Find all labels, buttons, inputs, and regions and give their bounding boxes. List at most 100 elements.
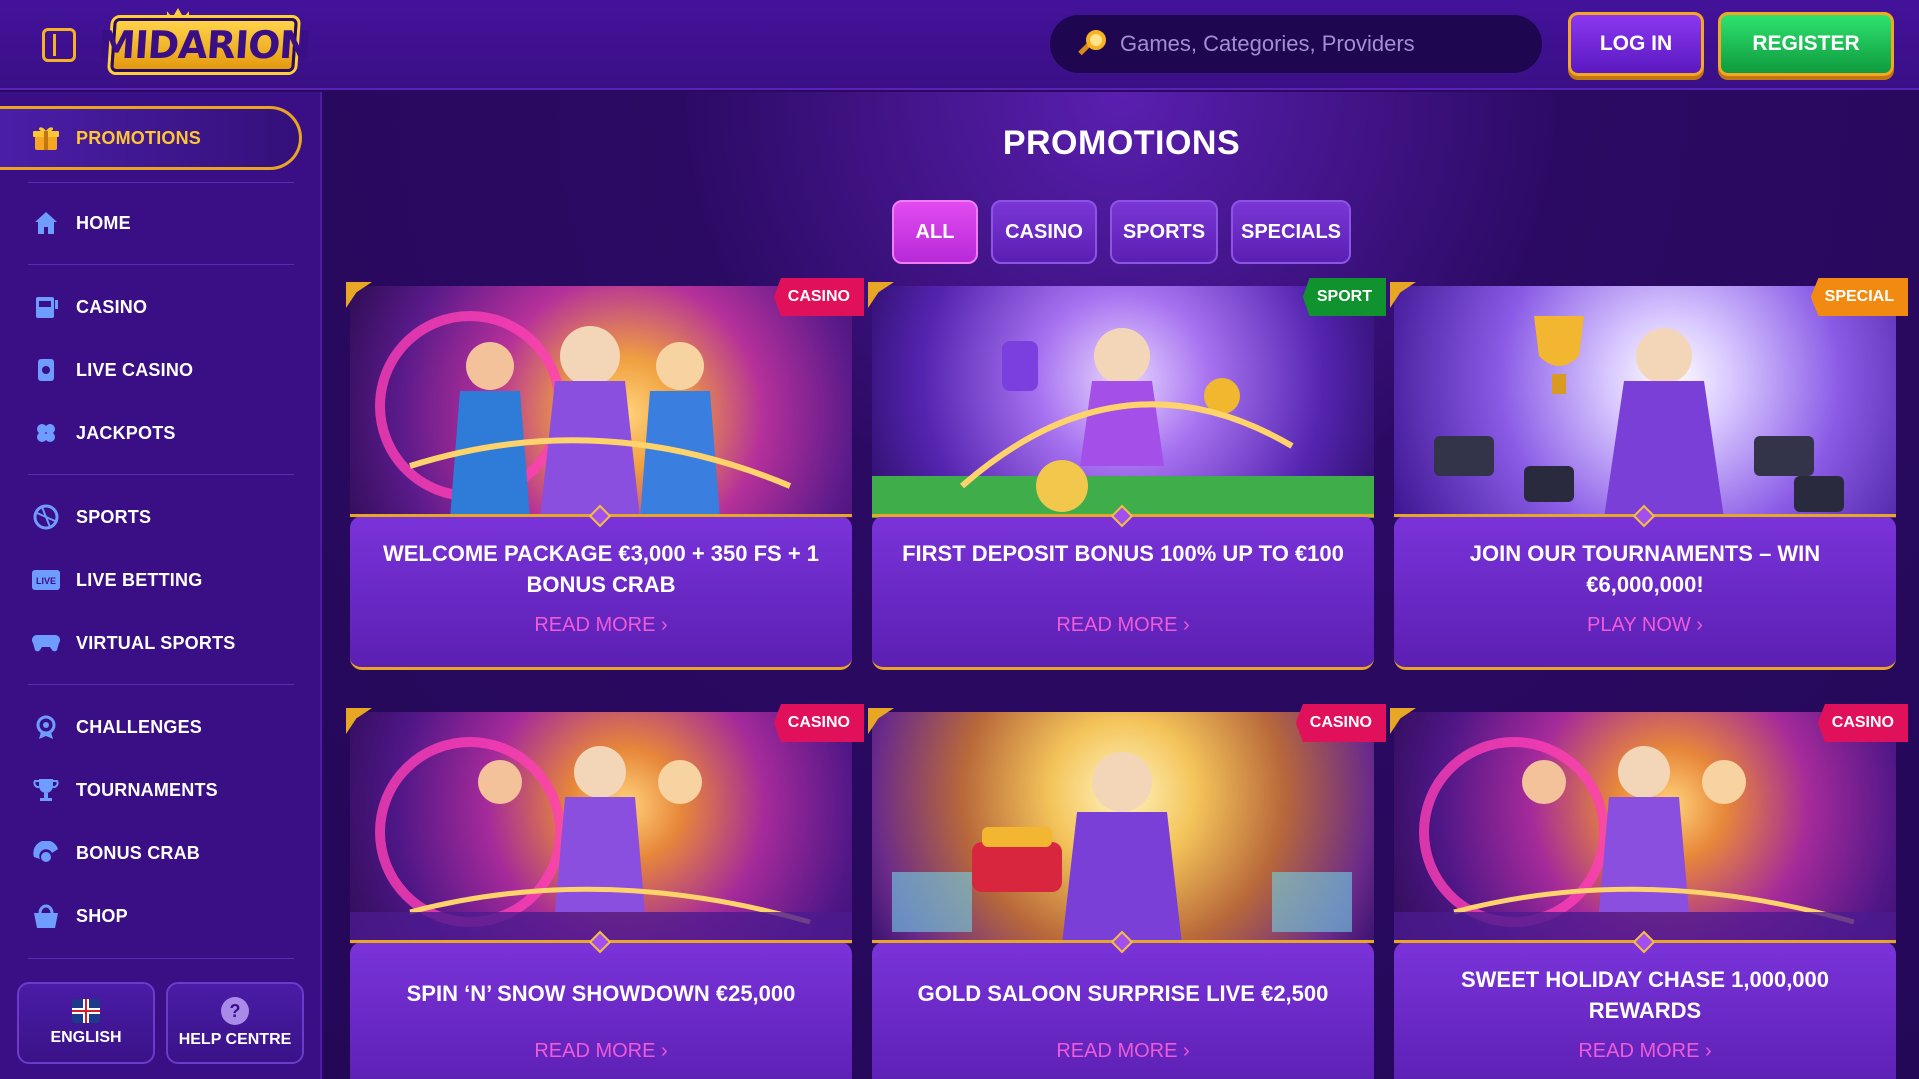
category-badge: CASINO <box>773 704 864 742</box>
sidebar-item-promotions[interactable]: PROMOTIONS <box>0 106 302 170</box>
sidebar-item-live-betting[interactable]: LIVE LIVE BETTING <box>0 555 300 605</box>
category-badge: SPORT <box>1302 278 1386 316</box>
promo-card[interactable]: CASINO SPIN ‘N’ SNOW SHOWDOWN €25,000 RE… <box>346 704 864 1079</box>
sidebar-item-label: TOURNAMENTS <box>76 779 218 800</box>
sidebar-item-label: LIVE CASINO <box>76 359 194 380</box>
sidebar-item-label: CASINO <box>76 296 148 317</box>
top-header: MIDARION LOG IN REGISTER <box>0 0 1919 90</box>
language-label: ENGLISH <box>50 1029 122 1046</box>
sidebar-divider <box>28 264 294 265</box>
sidebar-item-sports[interactable]: SPORTS <box>0 492 300 542</box>
login-button[interactable]: LOG IN <box>1568 12 1704 76</box>
sidebar-item-shop[interactable]: SHOP <box>0 891 300 941</box>
category-badge: SPECIAL <box>1810 278 1908 316</box>
sidebar-item-label: CHALLENGES <box>76 716 203 737</box>
logo-text: MIDARION <box>96 23 312 67</box>
sidebar-item-label: HOME <box>76 212 131 233</box>
promo-card-image <box>872 712 1374 944</box>
search-icon <box>1078 30 1106 58</box>
sidebar-divider <box>28 958 294 959</box>
promo-card[interactable]: CASINO WELCOME PACKAGE €3,000 + 350 FS +… <box>346 278 864 670</box>
filter-specials[interactable]: SPECIALS <box>1231 200 1351 264</box>
category-badge: CASINO <box>1817 704 1908 742</box>
ball-icon <box>32 503 60 531</box>
live-casino-icon <box>32 356 60 384</box>
sidebar-item-label: VIRTUAL SPORTS <box>76 632 236 653</box>
sidebar-item-challenges[interactable]: CHALLENGES <box>0 702 300 752</box>
gamepad-icon <box>32 629 60 657</box>
clover-icon <box>32 419 60 447</box>
promo-title: JOIN OUR TOURNAMENTS – WIN €6,000,000! <box>1469 541 1821 597</box>
promo-card[interactable]: CASINO GOLD SALOON SURPRISE LIVE €2,500 … <box>868 704 1386 1079</box>
category-badge: CASINO <box>1295 704 1386 742</box>
crab-icon <box>32 839 60 867</box>
sidebar-item-label: BONUS CRAB <box>76 842 201 863</box>
promo-card-image <box>350 712 852 944</box>
read-more-link[interactable]: READ MORE › <box>350 1040 852 1063</box>
read-more-link[interactable]: READ MORE › <box>350 614 852 637</box>
sidebar-divider <box>28 474 294 475</box>
promo-card-image <box>1394 712 1896 944</box>
promo-title: SWEET HOLIDAY CHASE 1,000,000 REWARDS <box>1460 967 1830 1023</box>
filter-casino[interactable]: CASINO <box>991 200 1097 264</box>
sidebar: PROMOTIONS HOME CASINO LIVE CASINO JACKP… <box>0 92 322 1079</box>
promo-card-image <box>350 286 852 518</box>
promo-card-body: SWEET HOLIDAY CHASE 1,000,000 REWARDS RE… <box>1394 942 1896 1079</box>
sidebar-item-label: JACKPOTS <box>76 422 176 443</box>
sidebar-item-bonus-crab[interactable]: BONUS CRAB <box>0 828 300 878</box>
promo-title: SPIN ‘N’ SNOW SHOWDOWN €25,000 <box>406 981 796 1006</box>
site-logo[interactable]: MIDARION <box>96 18 312 72</box>
language-button[interactable]: ENGLISH <box>17 982 155 1064</box>
promo-card-body: SPIN ‘N’ SNOW SHOWDOWN €25,000 READ MORE… <box>350 942 852 1079</box>
promo-card-body: GOLD SALOON SURPRISE LIVE €2,500 READ MO… <box>872 942 1374 1079</box>
read-more-link[interactable]: READ MORE › <box>872 614 1374 637</box>
home-icon <box>32 209 60 237</box>
search-bar[interactable] <box>1049 14 1543 74</box>
filter-all[interactable]: ALL <box>892 200 978 264</box>
promo-card-body: WELCOME PACKAGE €3,000 + 350 FS + 1 BONU… <box>350 516 852 670</box>
promo-card[interactable]: SPECIAL JOIN OUR TOURNAMENTS – WIN €6,00… <box>1390 278 1908 670</box>
basket-icon <box>32 902 60 930</box>
help-icon: ? <box>221 997 249 1025</box>
page-title: PROMOTIONS <box>1002 124 1241 162</box>
promo-card-body: JOIN OUR TOURNAMENTS – WIN €6,000,000! P… <box>1394 516 1896 670</box>
register-button[interactable]: REGISTER <box>1718 12 1894 76</box>
help-label: HELP CENTRE <box>178 1031 292 1048</box>
main-content: PROMOTIONS ALL CASINO SPORTS SPECIALS CA… <box>324 92 1919 1079</box>
category-badge: CASINO <box>773 278 864 316</box>
sidebar-divider <box>28 182 294 183</box>
promo-card-image <box>1394 286 1896 518</box>
play-now-link[interactable]: PLAY NOW › <box>1394 614 1896 637</box>
sidebar-item-virtual-sports[interactable]: VIRTUAL SPORTS <box>0 618 300 668</box>
sidebar-item-tournaments[interactable]: TOURNAMENTS <box>0 765 300 815</box>
sidebar-item-label: LIVE BETTING <box>76 569 203 590</box>
sidebar-item-home[interactable]: HOME <box>0 198 300 248</box>
sidebar-divider <box>28 684 294 685</box>
promo-card-image <box>872 286 1374 518</box>
svg-text:LIVE: LIVE <box>36 576 56 586</box>
sidebar-toggle-icon[interactable] <box>42 28 76 62</box>
gift-icon <box>32 124 60 152</box>
promo-title: GOLD SALOON SURPRISE LIVE €2,500 <box>917 981 1329 1006</box>
slot-machine-icon <box>32 293 60 321</box>
uk-flag-icon <box>72 999 100 1023</box>
sidebar-item-label: PROMOTIONS <box>76 127 202 148</box>
trophy-icon <box>32 776 60 804</box>
read-more-link[interactable]: READ MORE › <box>1394 1040 1896 1063</box>
promo-title: FIRST DEPOSIT BONUS 100% UP TO €100 <box>902 541 1344 566</box>
promo-card-body: FIRST DEPOSIT BONUS 100% UP TO €100 READ… <box>872 516 1374 670</box>
promo-card[interactable]: CASINO SWEET HOLIDAY CHASE 1,000,000 REW… <box>1390 704 1908 1079</box>
sidebar-item-live-casino[interactable]: LIVE CASINO <box>0 345 300 395</box>
target-icon <box>32 713 60 741</box>
sidebar-item-jackpots[interactable]: JACKPOTS <box>0 408 300 458</box>
sidebar-item-label: SPORTS <box>76 506 152 527</box>
help-centre-button[interactable]: ? HELP CENTRE <box>166 982 304 1064</box>
promo-card[interactable]: SPORT FIRST DEPOSIT BONUS 100% UP TO €10… <box>868 278 1386 670</box>
sidebar-item-casino[interactable]: CASINO <box>0 282 300 332</box>
promo-title: WELCOME PACKAGE €3,000 + 350 FS + 1 BONU… <box>382 541 820 597</box>
live-badge-icon: LIVE <box>32 566 60 594</box>
sidebar-item-label: SHOP <box>76 905 128 926</box>
filter-sports[interactable]: SPORTS <box>1110 200 1218 264</box>
search-input[interactable] <box>1120 31 1500 57</box>
read-more-link[interactable]: READ MORE › <box>872 1040 1374 1063</box>
